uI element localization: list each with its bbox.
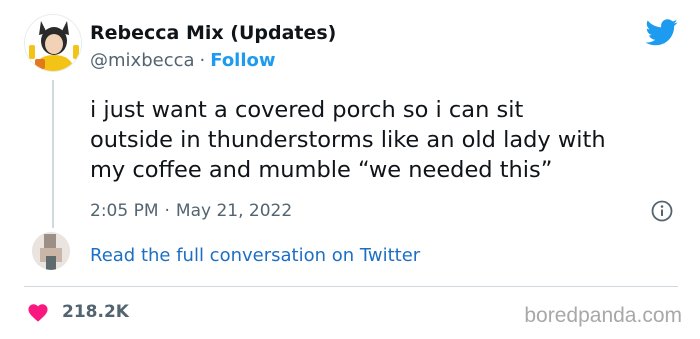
read-conversation-link[interactable]: Read the full conversation on Twitter xyxy=(90,245,420,266)
handle-separator: · xyxy=(199,50,206,71)
tweet-text-line: i just want a covered porch so i can sit xyxy=(90,97,524,123)
follow-button[interactable]: Follow xyxy=(210,50,275,71)
watermark: boredpanda.com xyxy=(524,304,682,327)
tweet-date: May 21, 2022 xyxy=(175,201,293,221)
author-avatar-image xyxy=(25,15,81,71)
reply-avatar[interactable] xyxy=(32,232,70,270)
tweet-text-line: my coffee and mumble “we needed this” xyxy=(90,157,553,183)
tweet-timestamp[interactable]: 2:05 PM · May 21, 2022 xyxy=(90,201,292,221)
like-count: 218.2K xyxy=(62,302,129,322)
author-avatar[interactable] xyxy=(24,14,82,72)
twitter-bird-icon[interactable] xyxy=(646,19,678,46)
tweet-text: i just want a covered porch so i can sit… xyxy=(90,95,690,185)
divider xyxy=(24,286,678,287)
heart-icon[interactable] xyxy=(27,302,49,322)
author-name[interactable]: Rebecca Mix (Updates) xyxy=(90,22,336,44)
author-handle-row: @mixbecca · Follow xyxy=(90,50,276,71)
info-icon[interactable] xyxy=(651,200,673,222)
timestamp-separator: · xyxy=(164,201,170,221)
tweet-time: 2:05 PM xyxy=(90,201,159,221)
tweet-text-line: outside in thunderstorms like an old lad… xyxy=(90,127,606,153)
thread-line xyxy=(52,80,54,228)
author-handle[interactable]: @mixbecca xyxy=(90,50,195,71)
reply-avatar-image xyxy=(32,232,70,270)
